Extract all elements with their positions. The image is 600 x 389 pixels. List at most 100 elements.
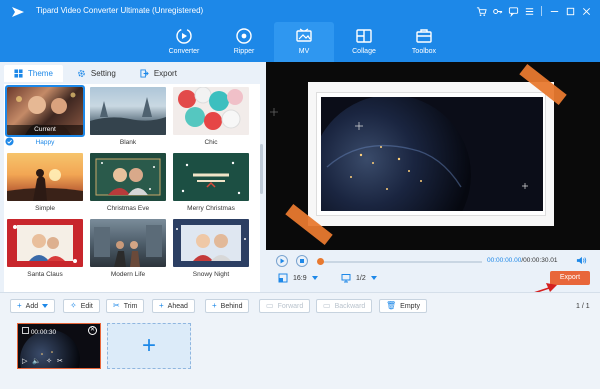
nav-ripper[interactable]: Ripper (214, 22, 274, 62)
theme-chic[interactable]: Chic (173, 87, 249, 147)
trim-button[interactable]: ✂ Trim (106, 299, 145, 313)
theme-happy[interactable]: Current Happy (5, 85, 85, 147)
cart-icon[interactable] (473, 3, 489, 19)
theme-santa-claus[interactable]: Santa Claus (7, 219, 83, 279)
theme-thumbnail (90, 153, 166, 201)
theme-label: Merry Christmas (187, 205, 235, 212)
volume-icon[interactable] (576, 255, 587, 266)
chat-icon[interactable] (505, 3, 521, 19)
theme-snowy-night[interactable]: Snowy Night (173, 219, 249, 279)
ahead-button[interactable]: + Ahead (152, 299, 195, 313)
grid-icon (14, 69, 23, 78)
nav-collage[interactable]: Collage (334, 22, 394, 62)
add-clip-button[interactable]: + (107, 323, 191, 369)
theme-grid: Current Happy Blank Chic Simple Christma… (4, 84, 260, 292)
edit-toolbar: + Add ✧ Edit ✂ Trim + Ahead + Behind ▭ F… (0, 292, 600, 317)
minimize-icon[interactable] (546, 3, 562, 19)
total-time: /00:00:30.01 (521, 257, 558, 264)
add-button[interactable]: + Add (10, 299, 56, 313)
tab-theme[interactable]: Theme (4, 65, 63, 82)
stop-button[interactable] (296, 255, 308, 267)
menu-icon[interactable] (521, 3, 537, 19)
panel-tabs: Theme Setting Export (4, 65, 187, 82)
page-select[interactable]: 1/2 (341, 273, 377, 283)
forward-button[interactable]: ▭ Forward (259, 299, 311, 313)
remove-clip-icon[interactable]: ✕ (88, 326, 97, 335)
photo-frame (308, 82, 554, 226)
forward-label: Forward (277, 302, 304, 310)
merry-christmas-thumb-art (181, 161, 241, 195)
aspect-ratio-select[interactable]: 16:9 (278, 273, 318, 283)
nav-mv-label: MV (298, 48, 310, 55)
clip-controls: ▷ 🔈 ✧ ✂ (22, 357, 63, 365)
plus-icon: + (17, 301, 22, 310)
tab-setting-label: Setting (90, 69, 116, 78)
mv-icon (296, 28, 312, 42)
clip-volume-icon[interactable]: 🔈 (32, 357, 41, 365)
theme-thumbnail (173, 219, 249, 267)
chevron-down-icon (370, 276, 377, 280)
close-icon[interactable] (578, 3, 594, 19)
tab-export[interactable]: Export (130, 65, 187, 82)
theme-blank[interactable]: Blank (90, 87, 166, 147)
current-time: 00:00:00.00 (487, 257, 522, 264)
theme-label: Christmas Eve (106, 205, 150, 212)
gear-icon (78, 70, 85, 77)
maximize-icon[interactable] (562, 3, 578, 19)
video-clip[interactable]: 00:00:30 ✕ ▷ 🔈 ✧ ✂ (17, 323, 101, 369)
chic-thumb-art (178, 87, 243, 130)
chevron-down-icon (42, 304, 49, 308)
earth-image (321, 97, 543, 211)
tab-setting[interactable]: Setting (67, 65, 126, 82)
stop-icon (300, 259, 304, 263)
clip-timeline: 00:00:30 ✕ ▷ 🔈 ✧ ✂ + (0, 317, 600, 389)
add-label: Add (25, 302, 39, 310)
nav-converter[interactable]: Converter (154, 22, 214, 62)
theme-christmas-eve[interactable]: Christmas Eve (90, 153, 166, 213)
behind-button[interactable]: + Behind (205, 299, 250, 313)
window-controls-divider (541, 6, 542, 16)
tab-theme-label: Theme (28, 69, 53, 78)
sparkle-icon (270, 108, 278, 116)
theme-thumbnail (7, 153, 83, 201)
nav-collage-label: Collage (352, 48, 376, 55)
aspect-ratio-icon (278, 273, 288, 283)
main-nav: Converter Ripper MV Collage Toolbox (154, 22, 454, 62)
key-icon[interactable] (489, 3, 505, 19)
clip-trim-icon[interactable]: ✂ (57, 357, 63, 365)
edit-label: Edit (80, 302, 93, 310)
backward-button[interactable]: ▭ Backward (316, 299, 373, 313)
theme-thumbnail (90, 219, 166, 267)
nav-mv[interactable]: MV (274, 22, 334, 62)
clip-play-icon[interactable]: ▷ (22, 357, 27, 365)
theme-label: Simple (35, 205, 55, 212)
clip-duration: 00:00:30 (22, 327, 56, 336)
export-button[interactable]: Export (550, 271, 590, 285)
nav-toolbox[interactable]: Toolbox (394, 22, 454, 62)
progress-knob[interactable] (317, 258, 324, 265)
clip-edit-icon[interactable]: ✧ (46, 357, 52, 365)
behind-label: Behind (220, 302, 243, 310)
theme-scrollbar[interactable] (260, 144, 263, 194)
theme-label: Snowy Night (192, 271, 230, 278)
santa-claus-thumb-art (13, 225, 77, 263)
edit-button[interactable]: ✧ Edit (63, 299, 100, 313)
empty-button[interactable]: 🗑 Empty (379, 299, 427, 313)
ahead-label: Ahead (167, 302, 188, 310)
theme-label: Santa Claus (27, 271, 63, 278)
tab-export-label: Export (153, 69, 177, 78)
playback-controls: 00:00:00.00/00:00:30.01 16:9 1/2 Export (266, 250, 600, 292)
nav-ripper-label: Ripper (233, 48, 255, 55)
progress-track[interactable] (320, 261, 482, 263)
play-button[interactable] (276, 255, 288, 267)
export-icon (140, 69, 149, 78)
theme-thumbnail (173, 87, 249, 135)
current-badge: Current (7, 125, 83, 135)
monitor-icon (341, 274, 351, 283)
theme-modern-life[interactable]: Modern Life (90, 219, 166, 279)
theme-thumbnail (90, 87, 166, 135)
theme-merry-christmas[interactable]: Merry Christmas (173, 153, 249, 213)
theme-thumbnail (173, 153, 249, 201)
theme-simple[interactable]: Simple (7, 153, 83, 213)
nav-converter-label: Converter (168, 48, 200, 55)
